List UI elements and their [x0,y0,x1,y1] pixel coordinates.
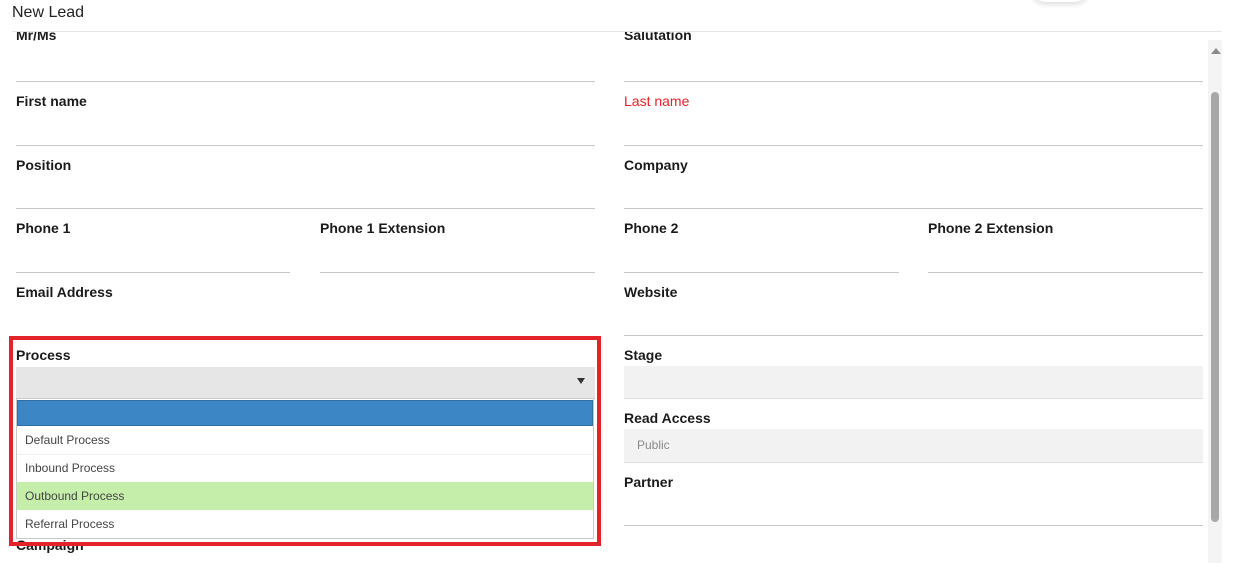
company-label: Company [624,157,688,173]
position-field[interactable] [16,208,595,209]
first-name-label: First name [16,93,87,109]
chevron-down-icon[interactable] [577,378,585,384]
process-label: Process [16,347,71,363]
process-option-default[interactable]: Default Process [17,426,593,454]
phone1-extension-label: Phone 1 Extension [320,220,446,236]
scrollbar-thumb[interactable] [1211,92,1219,522]
process-option-inbound[interactable]: Inbound Process [17,454,593,482]
email-label: Email Address [16,284,113,300]
company-field[interactable] [624,208,1203,209]
phone1-field[interactable] [16,272,290,273]
phone1-extension-field[interactable] [320,272,595,273]
salutation-label: Salutation [624,32,692,43]
position-label: Position [16,157,72,173]
phone2-label: Phone 2 [624,220,679,236]
last-name-label: Last name [624,93,690,109]
phone2-extension-label: Phone 2 Extension [928,220,1054,236]
read-access-label: Read Access [624,410,711,426]
scroll-up-arrow-icon[interactable] [1211,48,1221,54]
mr-ms-label: Mr/Ms [16,32,57,43]
mr-ms-field[interactable] [16,81,595,82]
phone2-extension-field[interactable] [928,272,1203,273]
floating-action[interactable] [1030,0,1090,2]
phone1-label: Phone 1 [16,220,71,236]
process-option-outbound[interactable]: Outbound Process [17,482,593,510]
salutation-field[interactable] [624,81,1203,82]
read-access-value: Public [637,438,670,452]
stage-field[interactable] [624,366,1203,399]
website-field[interactable] [624,335,1203,336]
read-access-field[interactable] [624,429,1203,463]
campaign-label: Campaign [16,537,84,553]
last-name-field[interactable] [624,145,1203,146]
process-select[interactable] [16,367,595,399]
first-name-field[interactable] [16,145,595,146]
website-label: Website [624,284,678,300]
stage-label: Stage [624,347,663,363]
process-option-referral[interactable]: Referral Process [17,510,593,538]
phone2-field[interactable] [624,272,899,273]
partner-label: Partner [624,474,674,490]
partner-field[interactable] [624,525,1203,526]
process-option-blank[interactable] [17,400,593,426]
process-dropdown-list: Default Process Inbound Process Outbound… [16,398,594,539]
window-title: New Lead [12,4,85,21]
